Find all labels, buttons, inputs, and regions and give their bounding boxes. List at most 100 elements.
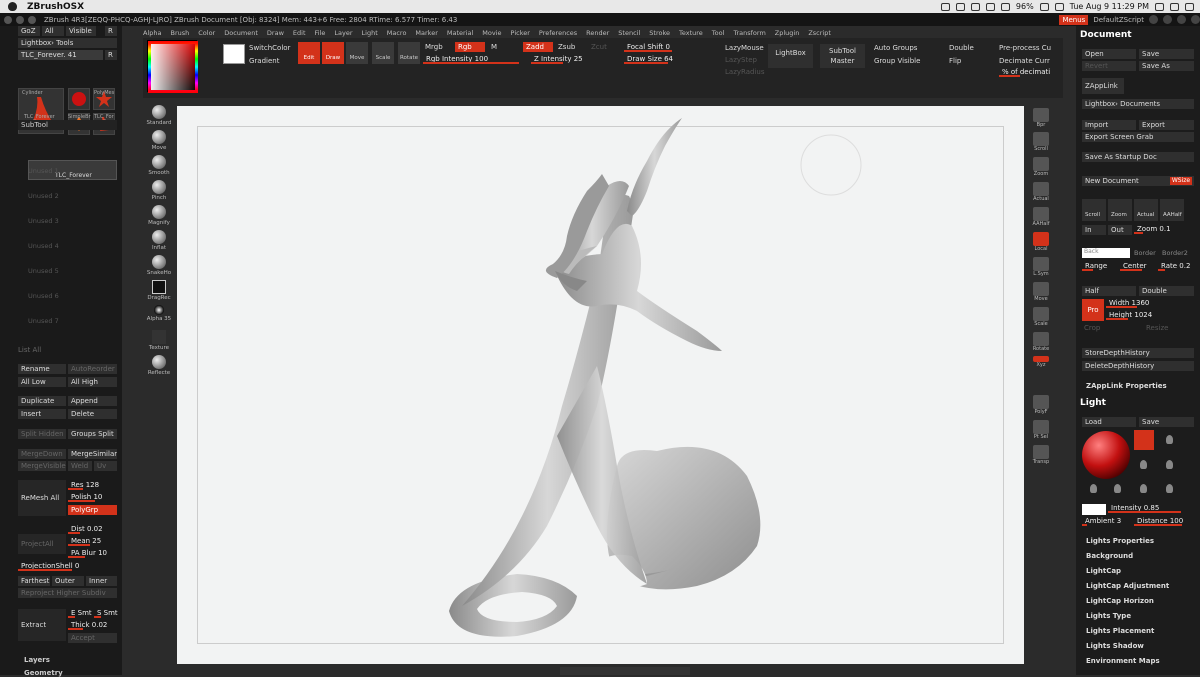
zoom-window-icon[interactable] <box>28 15 36 24</box>
visible-button[interactable]: Visible <box>66 26 96 36</box>
double-button[interactable]: Double <box>949 44 974 52</box>
border-button[interactable]: Border <box>1134 249 1156 257</box>
weld-button[interactable]: Weld <box>68 461 92 471</box>
subtool-slot[interactable]: Unused 2 <box>28 192 59 200</box>
actual-doc-button[interactable]: Actual <box>1134 199 1158 221</box>
split-hidden-button[interactable]: Split Hidden <box>18 429 66 439</box>
dist-slider[interactable]: Dist 0.02 <box>68 525 117 534</box>
mergesimilar-button[interactable]: MergeSimilar <box>68 449 117 459</box>
flag-icon[interactable] <box>1054 2 1064 11</box>
lights-shadow-header[interactable]: Lights Shadow <box>1086 642 1144 650</box>
scroll-button[interactable]: Scroll <box>1030 132 1052 152</box>
pro-toggle[interactable]: Pro <box>1082 299 1104 321</box>
resize-button[interactable]: Resize <box>1146 324 1168 332</box>
lights-type-header[interactable]: Lights Type <box>1086 612 1131 620</box>
lazyradius-slider[interactable]: LazyRadius <box>725 68 764 76</box>
menu-material[interactable]: Material <box>447 29 473 37</box>
polyf-button[interactable]: PolyF <box>1030 395 1052 415</box>
mrgb-button[interactable]: Mrgb <box>425 43 443 51</box>
rgb-toggle[interactable]: Rgb <box>455 42 485 52</box>
app-name[interactable]: ZBrushOSX <box>27 2 84 12</box>
move-brush[interactable]: Move <box>144 130 174 151</box>
menu-zscript[interactable]: Zscript <box>808 29 831 37</box>
menu-texture[interactable]: Texture <box>679 29 703 37</box>
menu-light[interactable]: Light <box>362 29 378 37</box>
document-header[interactable]: Document <box>1080 30 1132 40</box>
lightcap-horizon-header[interactable]: LightCap Horizon <box>1086 597 1154 605</box>
status-icon[interactable] <box>940 2 950 11</box>
maximize-icon[interactable] <box>1177 15 1186 24</box>
xyz-button[interactable]: Xyz <box>1030 356 1052 368</box>
all-low-button[interactable]: All Low <box>18 377 66 387</box>
light-load-button[interactable]: Load <box>1082 417 1136 427</box>
zoom-doc-button[interactable]: Zoom <box>1108 199 1132 221</box>
focal-shift-slider[interactable]: Focal Shift 0 <box>624 43 704 52</box>
preprocess-button[interactable]: Pre-process Cu <box>999 44 1051 52</box>
uv-button[interactable]: Uv <box>94 461 117 471</box>
rename-button[interactable]: Rename <box>18 364 66 374</box>
help-icon[interactable] <box>1149 15 1158 24</box>
gradient-button[interactable]: Gradient <box>249 57 279 65</box>
lightcap-header[interactable]: LightCap <box>1086 567 1121 575</box>
status-icon[interactable] <box>985 2 995 11</box>
menu-render[interactable]: Render <box>586 29 609 37</box>
lightbox-button[interactable]: LightBox <box>768 44 813 68</box>
duplicate-button[interactable]: Duplicate <box>18 396 66 406</box>
autoreorder-button[interactable]: AutoReorder <box>68 364 117 374</box>
light-bulb-icon[interactable] <box>1114 484 1121 493</box>
menu-stroke[interactable]: Stroke <box>649 29 670 37</box>
switchcolor-button[interactable]: SwitchColor <box>249 44 290 52</box>
remesh-all-button[interactable]: ReMesh All <box>18 480 66 516</box>
border2-button[interactable]: Border2 <box>1162 249 1188 257</box>
hue-ring[interactable] <box>148 41 198 93</box>
group-visible-button[interactable]: Group Visible <box>874 57 920 65</box>
height-slider[interactable]: Height 1024 <box>1106 311 1194 320</box>
import-button[interactable]: Import <box>1082 120 1136 130</box>
edit-button[interactable]: Edit <box>298 42 320 64</box>
close-icon[interactable] <box>1191 15 1200 24</box>
subtool-slot[interactable]: Unused 5 <box>28 267 59 275</box>
status-icon[interactable] <box>955 2 965 11</box>
move-button[interactable]: Move <box>346 42 368 64</box>
aahalf-doc-button[interactable]: AAHalf <box>1160 199 1184 221</box>
lights-placement-header[interactable]: Lights Placement <box>1086 627 1154 635</box>
light-bulb-icon[interactable] <box>1166 435 1173 444</box>
tool-r-button[interactable]: R <box>105 50 117 60</box>
lightcap-adjustment-header[interactable]: LightCap Adjustment <box>1086 582 1169 590</box>
append-button[interactable]: Append <box>68 396 117 406</box>
subtool-slot[interactable]: Unused 3 <box>28 217 59 225</box>
light-bulb-icon[interactable] <box>1140 460 1147 469</box>
rate-slider[interactable]: Rate 0.2 <box>1158 262 1194 271</box>
inflat-brush[interactable]: Inflat <box>144 230 174 251</box>
draw-button[interactable]: Draw <box>322 42 344 64</box>
subtool-slot[interactable]: Unused 6 <box>28 292 59 300</box>
minimize-icon[interactable] <box>1163 15 1172 24</box>
light-save-button[interactable]: Save <box>1139 417 1194 427</box>
zoom-slider[interactable]: Zoom 0.1 <box>1134 225 1194 234</box>
close-window-icon[interactable] <box>4 15 12 24</box>
user-icon[interactable] <box>1155 2 1164 11</box>
insert-button[interactable]: Insert <box>18 409 66 419</box>
aahalf-button[interactable]: AAHalf <box>1030 207 1052 227</box>
stroke-selector[interactable]: DragRec <box>144 280 174 301</box>
projectall-button[interactable]: ProjectAll <box>18 534 66 554</box>
menu-tool[interactable]: Tool <box>712 29 725 37</box>
lightbox-tools-button[interactable]: Lightbox› Tools <box>18 38 117 48</box>
current-tool-name[interactable]: TLC_Forever. 41 <box>18 50 103 60</box>
z-intensity-slider[interactable]: Z Intensity 25 <box>531 55 611 64</box>
tool-thumb-cylinder[interactable] <box>68 88 90 110</box>
intensity-slider[interactable]: Intensity 0.85 <box>1108 504 1194 513</box>
out-button[interactable]: Out <box>1108 225 1132 235</box>
r-button[interactable]: R <box>105 26 117 36</box>
rgb-intensity-slider[interactable]: Rgb Intensity 100 <box>423 55 523 64</box>
inner-button[interactable]: Inner <box>86 576 117 586</box>
store-depth-history-button[interactable]: StoreDepthHistory <box>1082 348 1194 358</box>
menu-transform[interactable]: Transform <box>733 29 765 37</box>
revert-button[interactable]: Revert <box>1082 61 1136 71</box>
background-header[interactable]: Background <box>1086 552 1133 560</box>
lights-properties-header[interactable]: Lights Properties <box>1086 537 1154 545</box>
menu-stencil[interactable]: Stencil <box>618 29 640 37</box>
local-button[interactable]: Local <box>1030 232 1052 252</box>
e-smt-toggle[interactable]: E Smt <box>68 609 92 618</box>
scroll-doc-button[interactable]: Scroll <box>1082 199 1106 221</box>
